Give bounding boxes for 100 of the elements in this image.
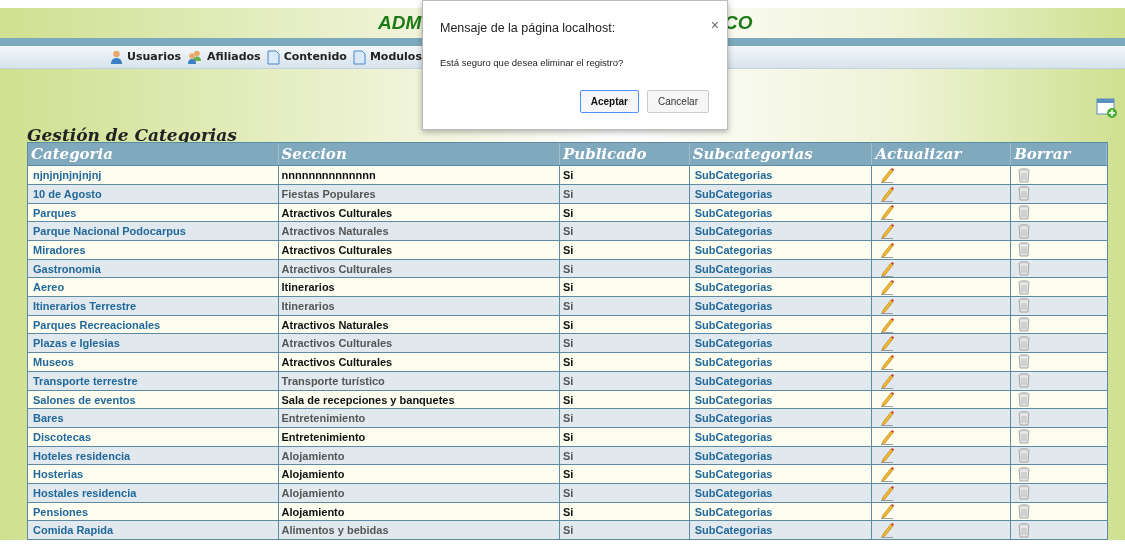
pencil-icon[interactable] <box>880 167 895 184</box>
subcategories-link[interactable]: SubCategorias <box>694 430 773 443</box>
trash-icon[interactable] <box>1018 186 1031 202</box>
subcategories-link[interactable]: SubCategorias <box>694 393 773 406</box>
trash-icon[interactable] <box>1018 522 1031 538</box>
add-window-icon[interactable] <box>1096 97 1118 120</box>
menu-link[interactable]: Modulos <box>352 48 422 66</box>
trash-icon[interactable] <box>1018 447 1031 463</box>
subcategories-link[interactable]: SubCategorias <box>694 412 773 425</box>
trash-icon[interactable] <box>1018 298 1031 314</box>
category-link[interactable]: Hosterias <box>33 468 84 481</box>
trash-icon[interactable] <box>1018 410 1031 426</box>
category-link[interactable]: Gastronomia <box>33 262 101 275</box>
published-status: Si <box>563 393 574 406</box>
subcategories-link[interactable]: SubCategorias <box>694 505 773 518</box>
subcategories-link[interactable]: SubCategorias <box>694 244 773 256</box>
category-link[interactable]: Transporte terrestre <box>33 374 138 387</box>
published-status: Si <box>563 356 574 369</box>
published-status: Si <box>563 486 574 499</box>
trash-icon[interactable] <box>1018 242 1031 258</box>
close-button[interactable]: × <box>710 13 719 38</box>
pencil-icon[interactable] <box>880 353 895 370</box>
pencil-icon[interactable] <box>880 260 895 277</box>
category-link[interactable]: Miradores <box>33 244 86 256</box>
trash-icon[interactable] <box>1018 429 1031 445</box>
trash-icon[interactable] <box>1018 335 1031 351</box>
published-status: Si <box>563 318 574 331</box>
pencil-icon[interactable] <box>880 372 895 389</box>
trash-icon[interactable] <box>1018 167 1031 183</box>
category-link[interactable]: Discotecas <box>33 430 92 443</box>
pencil-icon[interactable] <box>880 204 895 221</box>
category-link[interactable]: Museos <box>33 356 74 369</box>
category-link[interactable]: Parques Recreacionales <box>33 318 161 331</box>
menu-link[interactable]: Afiliados <box>187 48 261 66</box>
category-link[interactable]: njnjnjnjnjnjnj <box>33 169 102 182</box>
trash-icon[interactable] <box>1018 204 1031 220</box>
category-link[interactable]: Salones de eventos <box>33 393 136 406</box>
category-link[interactable]: 10 de Agosto <box>33 187 102 200</box>
pencil-icon[interactable] <box>880 484 895 501</box>
subcategories-link[interactable]: SubCategorias <box>694 374 773 387</box>
category-link[interactable]: Hoteles residencia <box>33 449 131 462</box>
pencil-icon[interactable] <box>880 503 895 520</box>
pencil-icon[interactable] <box>880 335 895 352</box>
pencil-icon[interactable] <box>880 185 895 202</box>
category-link[interactable]: Pensiones <box>33 505 89 518</box>
subcategories-link[interactable]: SubCategorias <box>694 281 773 294</box>
trash-icon[interactable] <box>1018 279 1031 295</box>
section-name: Alojamiento <box>281 468 345 481</box>
published-status: Si <box>563 281 574 294</box>
pencil-icon[interactable] <box>880 241 895 258</box>
trash-icon[interactable] <box>1018 391 1031 407</box>
subcategories-link[interactable]: SubCategorias <box>694 262 773 275</box>
category-link[interactable]: Aereo <box>33 281 65 294</box>
published-status: Si <box>563 524 574 537</box>
subcategories-link[interactable]: SubCategorias <box>694 524 773 537</box>
trash-icon[interactable] <box>1018 485 1031 501</box>
trash-icon[interactable] <box>1018 503 1031 519</box>
subcategories-link[interactable]: SubCategorias <box>694 187 773 200</box>
pencil-icon[interactable] <box>880 428 895 445</box>
subcategories-link[interactable]: SubCategorias <box>694 206 773 219</box>
menu-link[interactable]: Usuarios <box>110 48 182 66</box>
category-link[interactable]: Itinerarios Terrestre <box>33 300 137 313</box>
section-name: Transporte turístico <box>281 374 385 387</box>
trash-icon[interactable] <box>1018 317 1031 333</box>
section-heading: Gestión de Categorias <box>27 125 238 143</box>
dialog-button[interactable]: Aceptar <box>579 90 639 113</box>
trash-icon[interactable] <box>1018 466 1031 482</box>
category-link[interactable]: Bares <box>33 412 64 425</box>
category-link[interactable]: Plazas e Iglesias <box>33 337 120 350</box>
subcategories-link[interactable]: SubCategorias <box>694 486 773 499</box>
trash-icon[interactable] <box>1018 261 1031 277</box>
subcategories-link[interactable]: SubCategorias <box>694 356 773 369</box>
category-link[interactable]: Hostales residencia <box>33 486 137 499</box>
pencil-icon[interactable] <box>880 522 895 539</box>
published-status: Si <box>563 449 574 462</box>
menu-link[interactable]: Contenido <box>266 48 347 66</box>
pencil-icon[interactable] <box>880 316 895 333</box>
pencil-icon[interactable] <box>880 223 895 240</box>
subcategories-link[interactable]: SubCategorias <box>694 225 773 238</box>
pencil-icon[interactable] <box>880 466 895 483</box>
subcategories-link[interactable]: SubCategorias <box>694 318 773 331</box>
section-name: Atractivos Naturales <box>281 318 389 331</box>
trash-icon[interactable] <box>1018 223 1031 239</box>
trash-icon[interactable] <box>1018 373 1031 389</box>
subcategories-link[interactable]: SubCategorias <box>694 468 773 481</box>
category-link[interactable]: Parque Nacional Podocarpus <box>33 225 186 238</box>
pencil-icon[interactable] <box>880 297 895 314</box>
category-link[interactable]: Comida Rapida <box>33 524 114 537</box>
pencil-icon[interactable] <box>880 410 895 427</box>
subcategories-link[interactable]: SubCategorias <box>694 337 773 350</box>
dialog-button[interactable]: Cancelar <box>646 90 709 113</box>
pencil-icon[interactable] <box>880 279 895 296</box>
category-link[interactable]: Parques <box>33 206 77 219</box>
subcategories-link[interactable]: SubCategorias <box>694 169 773 182</box>
section-name: Entretenimiento <box>281 430 366 443</box>
subcategories-link[interactable]: SubCategorias <box>694 300 773 313</box>
subcategories-link[interactable]: SubCategorias <box>694 449 773 462</box>
pencil-icon[interactable] <box>880 447 895 464</box>
trash-icon[interactable] <box>1018 354 1031 370</box>
pencil-icon[interactable] <box>880 391 895 408</box>
